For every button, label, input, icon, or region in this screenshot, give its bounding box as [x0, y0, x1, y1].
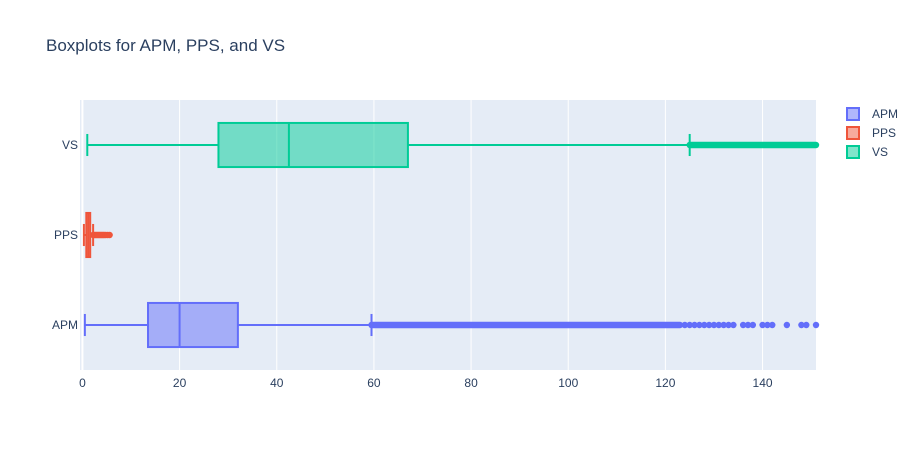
x-tick-label-40: 40 — [270, 376, 284, 390]
outlier-point-apm-10 — [730, 321, 737, 329]
x-axis-ticks: 0 20 40 60 80 100 120 140 — [79, 376, 773, 390]
legend-label-vs: VS — [872, 145, 888, 159]
outlier-point-apm-20 — [812, 321, 820, 329]
x-tick-label-140: 140 — [753, 376, 773, 390]
chart-title: Boxplots for APM, PPS, and VS — [46, 36, 285, 55]
legend-swatch-apm — [846, 107, 860, 121]
outlier-point-apm-16 — [769, 321, 776, 329]
legend-swatch-vs — [846, 145, 860, 159]
x-tick-label-80: 80 — [464, 376, 478, 390]
outlier-point-apm-13 — [749, 321, 757, 329]
legend-item-pps[interactable]: PPS — [846, 126, 896, 140]
legend-label-apm: APM — [872, 107, 898, 121]
box-iqr-vs — [217, 121, 409, 169]
x-tick-label-0: 0 — [79, 376, 86, 390]
legend-label-pps: PPS — [872, 126, 896, 140]
legend-swatch-pps — [846, 126, 860, 140]
y-axis-ticks: APM PPS VS — [52, 138, 78, 332]
boxplot-chart: Boxplots for APM, PPS, and VS 0 20 40 60 80 1… — [46, 36, 898, 390]
legend-item-apm[interactable]: APM — [846, 107, 898, 121]
y-tick-label-apm: APM — [52, 318, 78, 332]
y-tick-label-vs: VS — [62, 138, 78, 152]
legend-item-vs[interactable]: VS — [846, 145, 888, 159]
y-tick-label-pps: PPS — [54, 228, 78, 242]
x-tick-label-100: 100 — [558, 376, 578, 390]
x-tick-label-120: 120 — [655, 376, 675, 390]
outlier-point-apm-19 — [803, 321, 810, 329]
box-iqr-apm — [147, 301, 239, 349]
x-tick-label-60: 60 — [367, 376, 381, 390]
x-tick-label-20: 20 — [173, 376, 187, 390]
outlier-point-pps-2 — [106, 231, 113, 239]
outlier-point-apm-17 — [783, 321, 791, 329]
legend[interactable]: APM PPS VS — [846, 107, 898, 159]
